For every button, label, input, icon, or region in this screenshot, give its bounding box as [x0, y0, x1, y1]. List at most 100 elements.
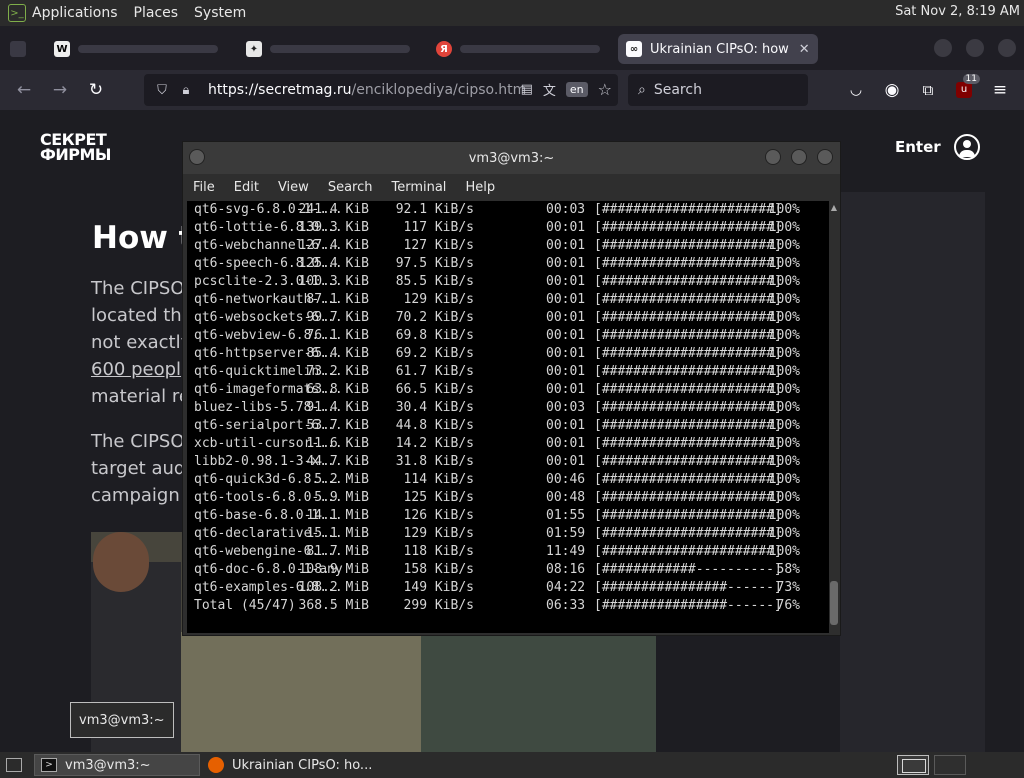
pocket-icon[interactable]: ◡: [844, 78, 868, 102]
url-bar[interactable]: ⛉ 🔒︎ https://secretmag.ru/enciklopediya/…: [144, 74, 618, 106]
progress-bar: [######################]: [594, 382, 782, 397]
user-icon[interactable]: [954, 134, 980, 160]
ublock-icon[interactable]: u 11: [952, 74, 980, 102]
terminal-minimize-button[interactable]: [765, 149, 781, 165]
close-tab-icon[interactable]: ✕: [799, 42, 810, 57]
menu-places[interactable]: Places: [134, 5, 179, 21]
terminal-output[interactable]: qt6-svg-6.8.0-1-... 241.4 KiB 92.1 KiB/s 00…: [187, 201, 829, 633]
terminal-maximize-button[interactable]: [791, 149, 807, 165]
progress-bar: [################------]: [594, 580, 782, 595]
terminal-line: qt6-imageformats... 63.8 KiB 66.5 KiB/s 00:…: [194, 382, 829, 398]
package-size: 76.1 KiB: [306, 328, 369, 343]
menu-edit[interactable]: Edit: [234, 180, 259, 195]
package-size: 125.4 KiB: [298, 256, 369, 271]
download-rate: 117 KiB/s: [403, 220, 474, 235]
search-bar[interactable]: ⌕ Search: [628, 74, 808, 106]
taskbar-item-terminal[interactable]: > vm3@vm3:~: [34, 754, 200, 776]
package-size: 127.4 KiB: [298, 238, 369, 253]
translate-language-badge[interactable]: en: [565, 82, 588, 97]
paragraph-link[interactable]: 600 peopl: [91, 356, 191, 383]
elapsed-time: 00:48: [546, 490, 586, 505]
tab-bar: W ✦ Я ∞ Ukrainian CIPsO: how ✕: [0, 26, 1024, 70]
package-size: 5.2 MiB: [314, 472, 369, 487]
reader-mode-icon[interactable]: ▤: [521, 82, 533, 97]
desktop-icon: [6, 758, 22, 772]
clock[interactable]: Sat Nov 2, 8:19 AM: [895, 4, 1020, 19]
photo-soldier-center: [181, 632, 441, 752]
progress-bar: [############----------]: [594, 562, 782, 577]
taskbar-tooltip: vm3@vm3:~: [70, 702, 174, 738]
sparkle-favicon-icon: ✦: [246, 41, 262, 57]
taskbar-item-firefox[interactable]: Ukrainian CIPsO: ho...: [202, 754, 402, 776]
progress-bar: [######################]: [594, 526, 782, 541]
lock-icon[interactable]: 🔒︎: [176, 83, 196, 98]
menu-applications[interactable]: Applications: [32, 5, 118, 21]
search-icon: ⌕: [638, 82, 646, 98]
elapsed-time: 00:01: [546, 346, 586, 361]
download-rate: 70.2 KiB/s: [395, 310, 474, 325]
bookmark-star-icon[interactable]: ☆: [598, 80, 612, 99]
package-size: 99.7 KiB: [306, 310, 369, 325]
terminal-line: libb2-0.98.1-3-x... 44.7 KiB 31.8 KiB/s 00:…: [194, 454, 829, 470]
show-desktop-button[interactable]: [2, 754, 26, 776]
terminal-window[interactable]: vm3@vm3:~ File Edit View Search Terminal…: [182, 141, 841, 636]
paragraph-line: material re: [91, 386, 190, 407]
percent: 100%: [768, 364, 800, 379]
terminal-line: xcb-util-cursor-... 11.6 KiB 14.2 KiB/s 00:…: [194, 436, 829, 452]
menu-help[interactable]: Help: [465, 180, 495, 195]
account-icon[interactable]: ◉: [880, 78, 904, 102]
progress-bar: [######################]: [594, 292, 782, 307]
site-logo[interactable]: СЕКРЕТ ФИРМЫ: [40, 132, 111, 163]
percent: 58%: [776, 562, 800, 577]
elapsed-time: 00:01: [546, 454, 586, 469]
menu-system[interactable]: System: [194, 5, 246, 21]
terminal-line: qt6-tools-6.8.0-... 5.9 MiB 125 KiB/s 00:48…: [194, 490, 829, 506]
package-size: 15.1 MiB: [306, 526, 369, 541]
window-menu-button[interactable]: [189, 149, 205, 165]
package-size: 53.7 KiB: [306, 418, 369, 433]
elapsed-time: 00:01: [546, 418, 586, 433]
terminal-scrollbar[interactable]: ▲: [829, 201, 839, 633]
terminal-close-button[interactable]: [817, 149, 833, 165]
tab-yandex[interactable]: Я: [436, 34, 600, 64]
package-size: 108.2 MiB: [298, 580, 369, 595]
menu-search[interactable]: Search: [328, 180, 373, 195]
menu-file[interactable]: File: [193, 180, 215, 195]
enter-link[interactable]: Enter: [895, 138, 941, 156]
progress-bar: [######################]: [594, 346, 782, 361]
translate-icon[interactable]: 文: [543, 80, 556, 99]
menu-view[interactable]: View: [278, 180, 309, 195]
terminal-titlebar[interactable]: vm3@vm3:~: [183, 142, 840, 174]
workspace-2[interactable]: [934, 755, 966, 775]
terminal-line: qt6-httpserver-6... 85.4 KiB 69.2 KiB/s 00:…: [194, 346, 829, 362]
tab-wikipedia[interactable]: W: [54, 34, 218, 64]
tab-active[interactable]: ∞ Ukrainian CIPsO: how ✕: [618, 34, 818, 64]
download-rate: 118 KiB/s: [403, 544, 474, 559]
package-name: Total (45/47): [194, 598, 296, 613]
download-rate: 127 KiB/s: [403, 238, 474, 253]
scroll-up-icon[interactable]: ▲: [829, 203, 839, 212]
url-text[interactable]: https://secretmag.ru/enciklopediya/cipso…: [208, 82, 526, 98]
menu-terminal[interactable]: Terminal: [391, 180, 446, 195]
close-window-button[interactable]: [998, 39, 1016, 57]
back-arrow-icon[interactable]: ←: [12, 78, 36, 102]
workspace-1[interactable]: [897, 755, 929, 775]
forward-arrow-icon[interactable]: →: [48, 78, 72, 102]
minimize-window-button[interactable]: [934, 39, 952, 57]
terminal-launcher-icon[interactable]: >_: [8, 4, 26, 22]
extensions-icon[interactable]: ⧉: [916, 78, 940, 102]
package-size: 85.4 KiB: [306, 346, 369, 361]
percent: 100%: [768, 238, 800, 253]
paragraph-line: located th: [91, 305, 182, 326]
shield-icon[interactable]: ⛉: [152, 83, 172, 98]
progress-bar: [######################]: [594, 490, 782, 505]
article-headline: How t: [92, 220, 194, 256]
percent: 100%: [768, 454, 800, 469]
scrollbar-thumb[interactable]: [830, 581, 838, 625]
tab-second[interactable]: ✦: [246, 34, 410, 64]
yandex-favicon-icon: Я: [436, 41, 452, 57]
reload-icon[interactable]: ↻: [84, 78, 108, 102]
maximize-window-button[interactable]: [966, 39, 984, 57]
tab-list-button[interactable]: [10, 34, 26, 64]
hamburger-menu-icon[interactable]: ≡: [988, 78, 1012, 102]
